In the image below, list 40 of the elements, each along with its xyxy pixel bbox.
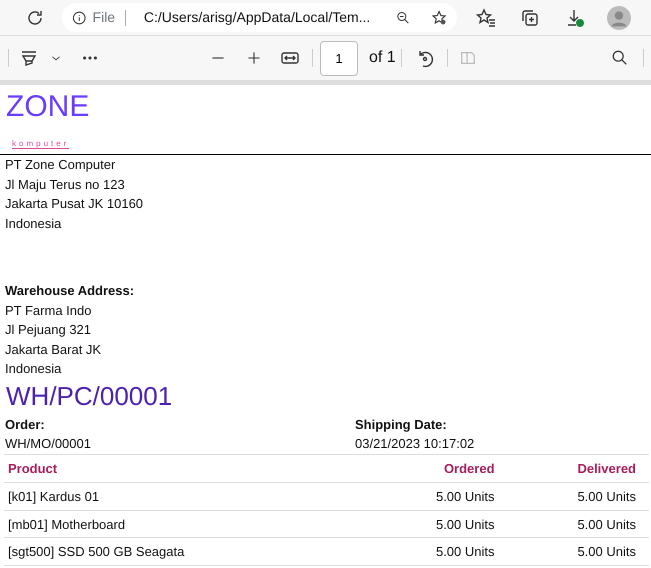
favorites-icon[interactable]: [476, 8, 496, 28]
column-header: Product: [4, 454, 366, 482]
address-line: Jl Maju Terus no 123: [4, 176, 126, 194]
field-value: 03/21/2023 10:17:02: [355, 435, 476, 453]
page-count-text: of 1: [369, 48, 396, 68]
table-cell: 5.00 Units: [366, 482, 508, 510]
column-header: Delivered: [508, 454, 649, 482]
logo-tagline: komputer: [12, 140, 70, 149]
table-cell: [sgt500] SSD 500 GB Seagata: [4, 538, 366, 565]
site-label: File: [92, 8, 116, 27]
profile-avatar-icon[interactable]: [607, 6, 631, 30]
table-cell: [mb01] Motherboard: [4, 510, 366, 538]
add-favorite-icon[interactable]: [430, 8, 447, 28]
table-cell: 5.00 Units: [366, 538, 508, 565]
info-icon: [72, 8, 87, 26]
field-label: Order:: [5, 416, 46, 434]
table-cell: 5.00 Units: [508, 510, 649, 538]
field-value: WH/MO/00001: [5, 435, 92, 453]
address-line: Jakarta Pusat JK 10160: [4, 195, 144, 213]
warehouse-heading: Warehouse Address:: [4, 282, 136, 300]
table-cell: 5.00 Units: [508, 482, 649, 510]
page-number-field[interactable]: 1: [320, 40, 358, 76]
column-header: Ordered: [366, 454, 508, 482]
table-cell: 5.00 Units: [508, 538, 649, 565]
address-line: Indonesia: [4, 214, 62, 232]
address-line: Jakarta Barat JK: [4, 340, 102, 358]
table-cell: [k01] Kardus 01: [4, 482, 366, 510]
address-line: Indonesia: [4, 360, 62, 378]
document-title: WH/PC/00001: [6, 380, 174, 410]
zoom-in-icon[interactable]: [246, 50, 262, 66]
address-line: PT Farma Indo: [4, 302, 92, 320]
search-icon[interactable]: [611, 49, 629, 67]
table-cell: 5.00 Units: [366, 510, 508, 538]
collections-icon[interactable]: [520, 8, 540, 28]
field-label: Shipping Date:: [355, 416, 448, 434]
downloads-icon[interactable]: [565, 8, 585, 28]
logo-wordmark: ZONE: [6, 92, 90, 122]
address-line: PT Zone Computer: [4, 156, 116, 174]
address-line: Jl Pejuang 321: [4, 321, 92, 339]
address-text[interactable]: C:/Users/arisg/AppData/Local/Tem...: [144, 7, 370, 28]
